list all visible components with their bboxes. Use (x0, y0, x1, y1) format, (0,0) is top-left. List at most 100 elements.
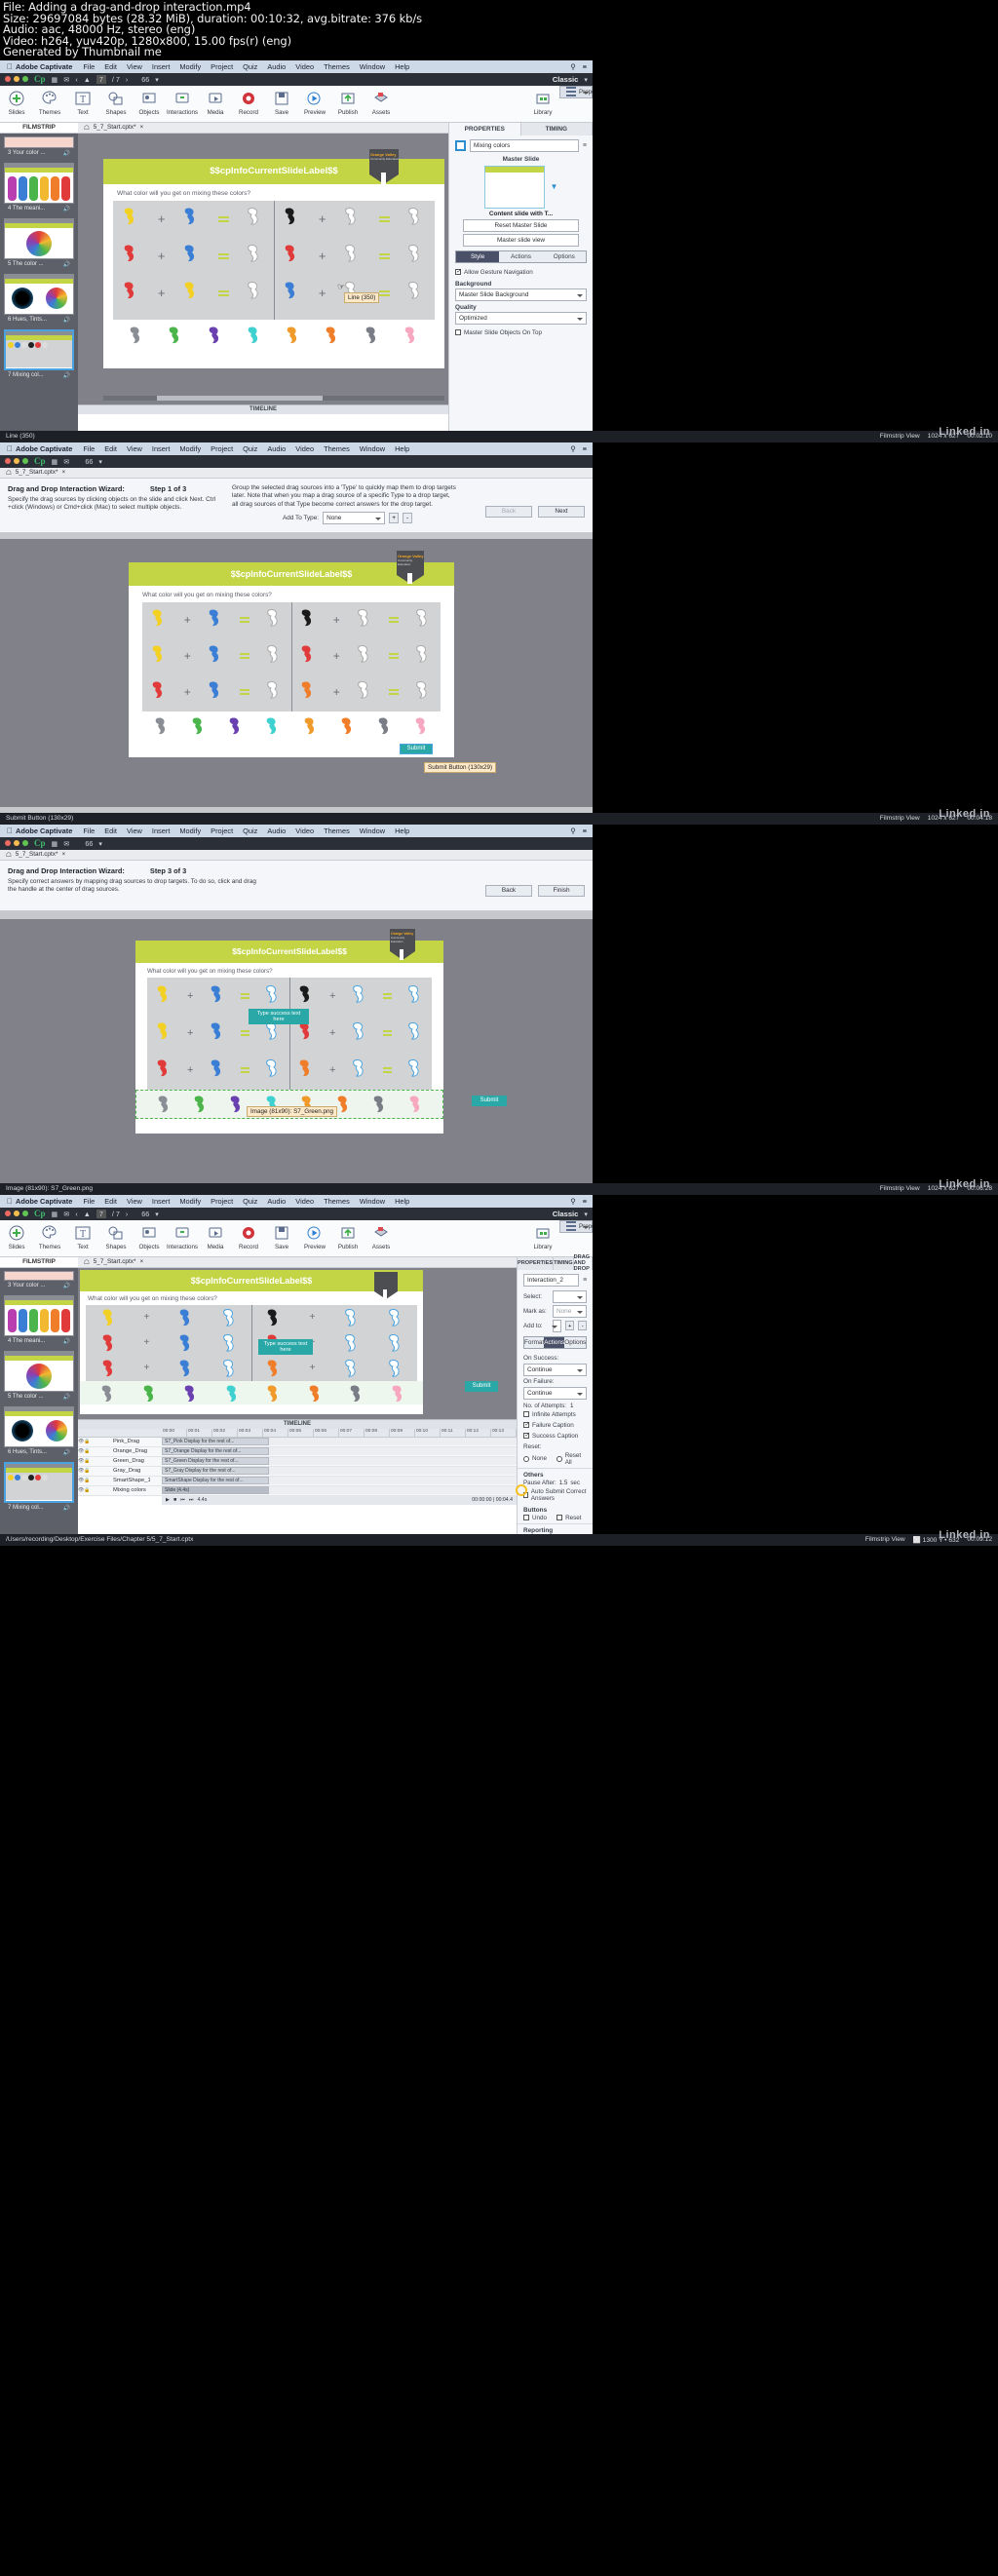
zoom-value[interactable]: 66 (85, 839, 93, 848)
table-row[interactable]: 👁🔒 Gray_Drag (78, 1466, 162, 1477)
document-tab-bar[interactable]: ☖ 5_7_Start.cptx* × (78, 122, 448, 134)
zoom-chevron-icon[interactable]: ▾ (98, 457, 102, 466)
undo-checkbox[interactable]: Undo (523, 1515, 547, 1521)
toolbar-objects[interactable]: Objects (133, 1220, 166, 1250)
toolbar-interactions[interactable]: Interactions (166, 1220, 199, 1250)
close-icon[interactable]: × (61, 851, 65, 858)
toolbar-slides[interactable]: Slides (0, 1220, 33, 1250)
on-success-select[interactable]: Continue (523, 1363, 588, 1376)
close-icon[interactable] (5, 76, 11, 83)
document-tab[interactable]: 5_7_Start.cptx* (16, 851, 58, 858)
table-row[interactable]: 👁🔒 Green_Drag (78, 1456, 162, 1467)
style-segment-control[interactable]: Style Actions Options (455, 250, 587, 263)
wizard-back-button[interactable]: Back (485, 505, 532, 518)
menu-file[interactable]: File (78, 444, 99, 453)
toolbar-themes[interactable]: Themes (33, 86, 66, 116)
table-row[interactable]: Slide (4.4s) (162, 1485, 517, 1496)
select-dropdown[interactable] (553, 1289, 588, 1303)
menu-view[interactable]: View (122, 827, 147, 835)
toolbar-media[interactable]: Media (199, 1220, 232, 1250)
track-clip[interactable]: S7_Green Display for the rest of... (162, 1457, 269, 1466)
table-row[interactable]: 👁🔒 SmartShape_11 (78, 1476, 162, 1486)
toolbar-preview[interactable]: Preview (298, 1220, 331, 1250)
menu-edit[interactable]: Edit (99, 1197, 122, 1206)
menu-file[interactable]: File (78, 1197, 99, 1206)
menu-help[interactable]: Help (390, 827, 414, 835)
slide-thumbnail[interactable] (4, 1405, 74, 1447)
filmstrip-list[interactable]: 3 Your color ...🔊 4 The meani...� (0, 133, 78, 431)
success-caption-checkbox[interactable]: Success Caption (518, 1431, 593, 1442)
track-lane[interactable]: Slide (4.4s) (162, 1486, 517, 1495)
slide-thumbnail[interactable] (4, 217, 74, 259)
stop-icon[interactable]: ■ (173, 1497, 176, 1503)
list-icon[interactable]: ≡ (583, 444, 587, 453)
apple-icon[interactable]:  (4, 444, 16, 453)
apple-icon[interactable]:  (4, 1197, 16, 1206)
track-lane[interactable]: S7_Orange Display for the rest of... (162, 1447, 517, 1456)
menu-project[interactable]: Project (206, 827, 238, 835)
zoom-value[interactable]: 66 (85, 457, 93, 466)
add-to-type-select[interactable]: None (323, 511, 386, 524)
track-clip[interactable]: S7_Orange Display for the rest of... (162, 1447, 269, 1456)
menu-bar[interactable]:  Adobe Captivate File Edit View Insert … (0, 824, 593, 837)
menu-edit[interactable]: Edit (99, 62, 122, 71)
submit-button[interactable]: Submit (400, 743, 433, 754)
track-lane[interactable]: SmartShape Display for the rest of... (162, 1477, 517, 1485)
properties-tabs[interactable]: PROPERTIES TIMING DRAG AND DROP (518, 1254, 593, 1272)
toolbar-objects[interactable]: Objects (133, 86, 166, 116)
background-select[interactable]: Master Slide Background (455, 288, 587, 301)
mail-icon[interactable]: ✉ (63, 457, 69, 466)
track-visibility-icons[interactable]: 👁🔒 (78, 1468, 103, 1474)
menu-modify[interactable]: Modify (174, 444, 206, 453)
timeline-header[interactable]: TIMELINE (78, 404, 448, 414)
home-icon[interactable]: ☖ (84, 1258, 90, 1266)
table-row[interactable]: S7_Gray Display for the rest of... (162, 1466, 517, 1477)
menu-view[interactable]: View (122, 62, 147, 71)
master-slide-view-button[interactable]: Master slide view (463, 233, 579, 247)
table-row[interactable]: 👁🔒 Pink_Drag (78, 1437, 162, 1447)
toolbar-text[interactable]: T Text (66, 86, 99, 116)
minimize-icon[interactable] (14, 458, 19, 465)
menu-project[interactable]: Project (206, 1197, 238, 1206)
menu-window[interactable]: Window (355, 827, 390, 835)
tab-timing[interactable]: TIMING (554, 1256, 574, 1270)
add-type-button[interactable]: + (389, 512, 400, 523)
track-lane[interactable]: S7_Pink Display for the rest of... (162, 1438, 517, 1446)
slide-thumbnail-selected[interactable] (4, 328, 74, 370)
apple-icon[interactable]:  (4, 827, 16, 835)
master-slide-objects-checkbox[interactable]: Master Slide Objects On Top (449, 327, 593, 338)
menu-audio[interactable]: Audio (262, 1197, 290, 1206)
remove-type-button[interactable]: - (403, 512, 413, 523)
close-icon[interactable]: × (61, 469, 65, 476)
slide-stage[interactable]: $$cpInfoCurrentSlideLabel$$ What color w… (78, 1267, 517, 1419)
slide-color-swatch[interactable] (455, 139, 466, 151)
tab-properties[interactable]: PROPERTIES (518, 1256, 555, 1270)
on-failure-select[interactable]: Continue (523, 1386, 588, 1400)
search-icon[interactable]: ⚲ (570, 62, 575, 71)
toolbar-preview[interactable]: Preview (298, 86, 331, 116)
table-row[interactable]: 👁🔒 Mixing colors (78, 1485, 162, 1496)
submit-button[interactable]: Submit (465, 1380, 498, 1392)
slide-thumbnail[interactable] (4, 1350, 74, 1392)
table-row[interactable]: S7_Green Display for the rest of... (162, 1456, 517, 1467)
zoom-value[interactable]: 66 (141, 1210, 149, 1218)
track-lane[interactable]: S7_Green Display for the rest of... (162, 1457, 517, 1466)
close-icon[interactable] (5, 458, 11, 465)
maximize-icon[interactable] (22, 840, 28, 847)
toolbar-shapes[interactable]: Shapes (99, 86, 133, 116)
main-toolbar[interactable]: Slides Themes T Text Shapes Objects Inter… (0, 85, 593, 123)
segment-actions[interactable]: Actions (499, 250, 543, 262)
menu-window[interactable]: Window (355, 444, 390, 453)
auto-submit-checkbox[interactable]: Auto Submit Correct Answers (516, 1483, 593, 1504)
menu-file[interactable]: File (78, 62, 99, 71)
filmstrip-item[interactable]: 4 The meani... 🔊 (0, 1292, 78, 1348)
menu-edit[interactable]: Edit (99, 444, 122, 453)
reset-radio-group[interactable]: None Reset All (518, 1452, 593, 1466)
menu-bar[interactable]:  Adobe Captivate File Edit View Insert … (0, 1194, 593, 1208)
toolbar-assets[interactable]: Assets (365, 86, 398, 116)
slide-number-field[interactable]: 7 (96, 1209, 106, 1218)
filmstrip-item[interactable]: 3 Your color ... 🔊 (0, 1268, 78, 1292)
remove-button[interactable]: - (578, 1321, 588, 1331)
tab-timing[interactable]: TIMING (520, 122, 593, 135)
filmstrip-item[interactable]: 5 The color ... 🔊 (0, 1348, 78, 1403)
